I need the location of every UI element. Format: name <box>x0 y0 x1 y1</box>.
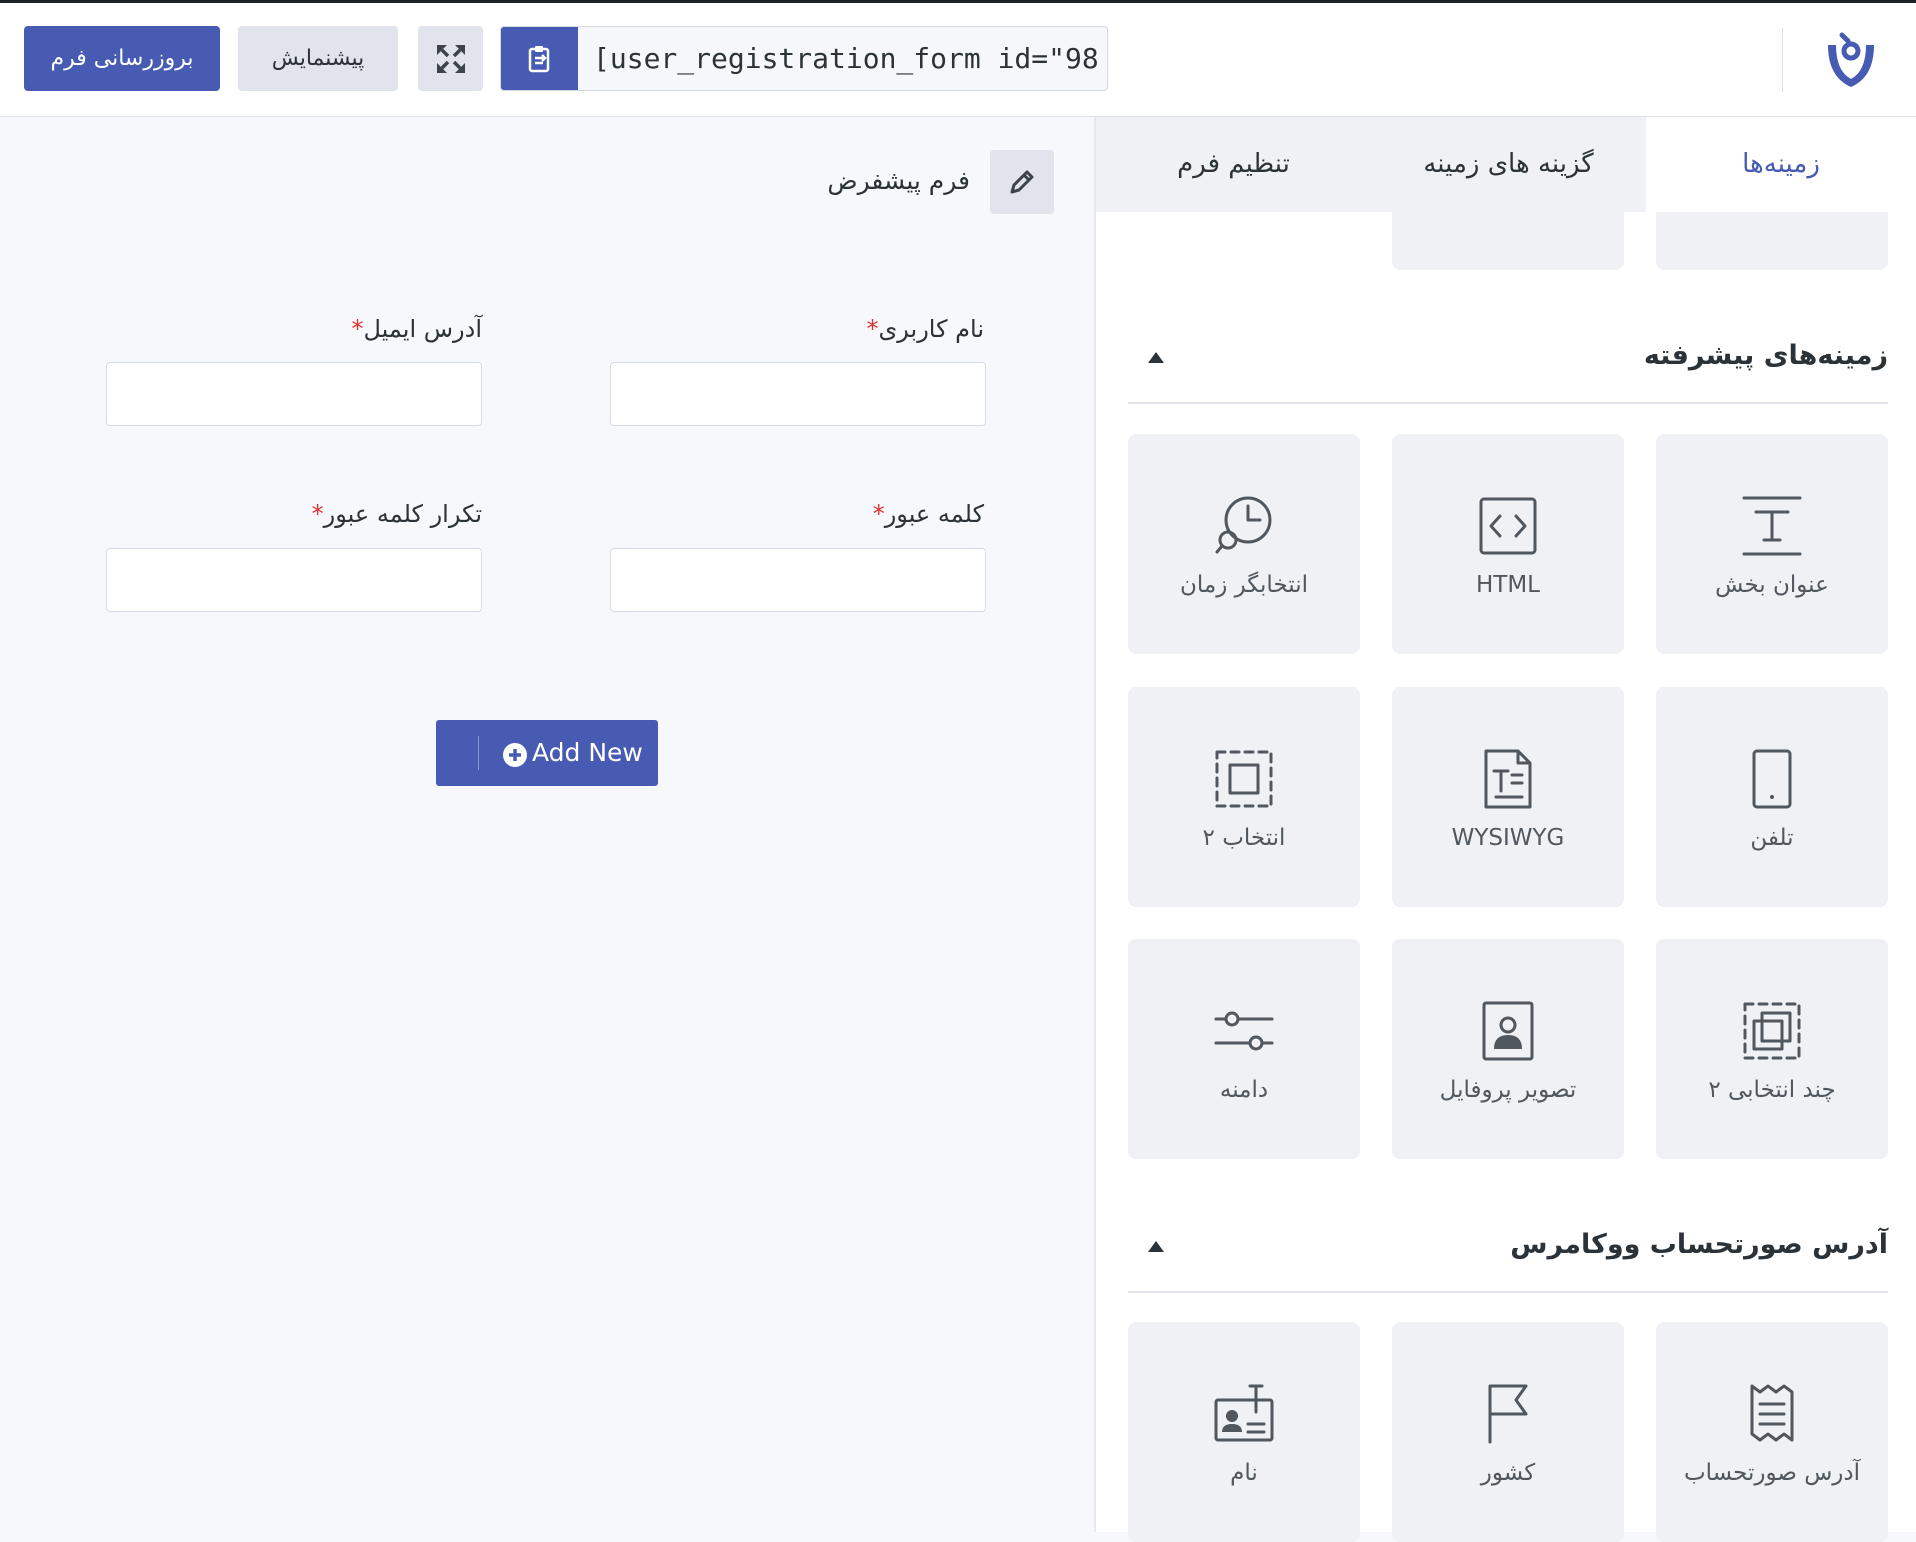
preview-button[interactable]: پیشنمایش <box>238 26 398 91</box>
field-tile-profile-picture[interactable]: تصویر پروفایل <box>1392 939 1624 1159</box>
clipboard-icon <box>528 45 549 72</box>
confirm-password-label: تکرار کلمه عبور* <box>311 500 482 528</box>
field-tile-partial[interactable] <box>1392 212 1624 270</box>
username-label: نام کاربری* <box>866 315 984 343</box>
button-separator <box>478 736 479 770</box>
shortcode-box[interactable]: [user_registration_form id="98 <box>500 26 1108 91</box>
field-tile-country[interactable]: کشور <box>1392 1322 1624 1542</box>
username-input[interactable] <box>610 362 986 426</box>
field-tile-partial[interactable] <box>1656 212 1888 270</box>
field-tile-select2[interactable]: انتخاب ۲ <box>1128 687 1360 907</box>
section-title: آدرس صورتحساب ووکامرس <box>1510 1229 1888 1260</box>
collapse-caret-icon[interactable] <box>1148 352 1164 363</box>
field-tile-time-picker[interactable]: انتخابگر زمان <box>1128 434 1360 654</box>
form-builder-area: فرم پیشفرض نام کاربری* آدرس ایمیل* کلمه … <box>0 117 1094 1532</box>
select2-icon <box>1215 750 1273 808</box>
form-title: فرم پیشفرض <box>827 166 970 195</box>
builder-header: بروزرسانی فرم پیشنمایش [user_registratio… <box>0 3 1916 117</box>
profile-picture-icon <box>1482 1001 1534 1061</box>
multi-select-icon <box>1743 1002 1801 1060</box>
fullscreen-button[interactable] <box>418 26 483 91</box>
section-title: زمینه‌های پیشرفته <box>1643 340 1888 371</box>
shortcode-text[interactable]: [user_registration_form id="98 <box>593 27 1098 90</box>
tile-label: WYSIWYG <box>1451 825 1565 851</box>
sidebar-tabs: زمینه‌ها گزینه های زمینه تنظیم فرم <box>1096 117 1916 212</box>
field-tile-range[interactable]: دامنه <box>1128 939 1360 1159</box>
tile-label: کشور <box>1480 1460 1536 1486</box>
password-input[interactable] <box>610 548 986 612</box>
edit-form-title-button[interactable] <box>990 150 1054 214</box>
tab-field-options[interactable]: گزینه های زمینه <box>1371 117 1646 212</box>
section-title-icon <box>1742 496 1802 556</box>
range-slider-icon <box>1214 1011 1274 1051</box>
update-form-button[interactable]: بروزرسانی فرم <box>24 26 220 91</box>
plus-circle-icon <box>503 743 527 767</box>
field-tile-html[interactable]: HTML <box>1392 434 1624 654</box>
phone-icon <box>1752 749 1792 809</box>
header-divider <box>1782 28 1783 92</box>
field-tile-multi-select2[interactable]: چند انتخابی ۲ <box>1656 939 1888 1159</box>
section-advanced-fields-header[interactable]: زمینه‌های پیشرفته <box>1128 322 1888 404</box>
confirm-password-input[interactable] <box>106 548 482 612</box>
pencil-icon <box>1010 170 1034 194</box>
field-tile-billing-address[interactable]: آدرس صورتحساب <box>1656 1322 1888 1542</box>
field-tile-name[interactable]: نام <box>1128 1322 1360 1542</box>
html-code-icon <box>1479 497 1537 555</box>
name-card-icon <box>1214 1384 1274 1442</box>
tab-form-settings[interactable]: تنظیم فرم <box>1096 117 1371 212</box>
field-tile-section-title[interactable]: عنوان بخش <box>1656 434 1888 654</box>
tile-label: انتخاب ۲ <box>1202 825 1286 851</box>
flag-icon <box>1488 1384 1528 1444</box>
wysiwyg-icon <box>1484 749 1532 809</box>
section-woocommerce-billing-header[interactable]: آدرس صورتحساب ووکامرس <box>1128 1211 1888 1293</box>
copy-shortcode-button[interactable] <box>501 27 578 90</box>
tile-label: آدرس صورتحساب <box>1683 1460 1861 1486</box>
field-tile-phone[interactable]: تلفن <box>1656 687 1888 907</box>
add-new-row-button[interactable]: Add New <box>436 720 658 786</box>
tile-label: تلفن <box>1750 825 1794 851</box>
collapse-caret-icon[interactable] <box>1148 1241 1164 1252</box>
tile-label: HTML <box>1475 572 1540 598</box>
user-registration-logo-icon <box>1828 32 1874 87</box>
field-tile-wysiwyg[interactable]: WYSIWYG <box>1392 687 1624 907</box>
fullscreen-icon <box>436 44 465 73</box>
tile-label: چند انتخابی ۲ <box>1708 1077 1836 1103</box>
password-label: کلمه عبور* <box>872 500 984 528</box>
tab-fields[interactable]: زمینه‌ها <box>1646 117 1916 212</box>
tile-label: نام <box>1230 1460 1258 1486</box>
tile-label: دامنه <box>1219 1077 1269 1103</box>
time-picker-icon <box>1215 496 1272 554</box>
fields-sidebar: زمینه‌ها گزینه های زمینه تنظیم فرم زمینه… <box>1096 117 1916 1542</box>
email-label: آدرس ایمیل* <box>351 315 482 343</box>
tile-label: عنوان بخش <box>1715 572 1829 598</box>
tile-label: انتخابگر زمان <box>1179 572 1309 598</box>
billing-address-icon <box>1750 1384 1794 1442</box>
add-new-label: Add New <box>532 738 643 767</box>
email-input[interactable] <box>106 362 482 426</box>
tile-label: تصویر پروفایل <box>1439 1077 1577 1103</box>
